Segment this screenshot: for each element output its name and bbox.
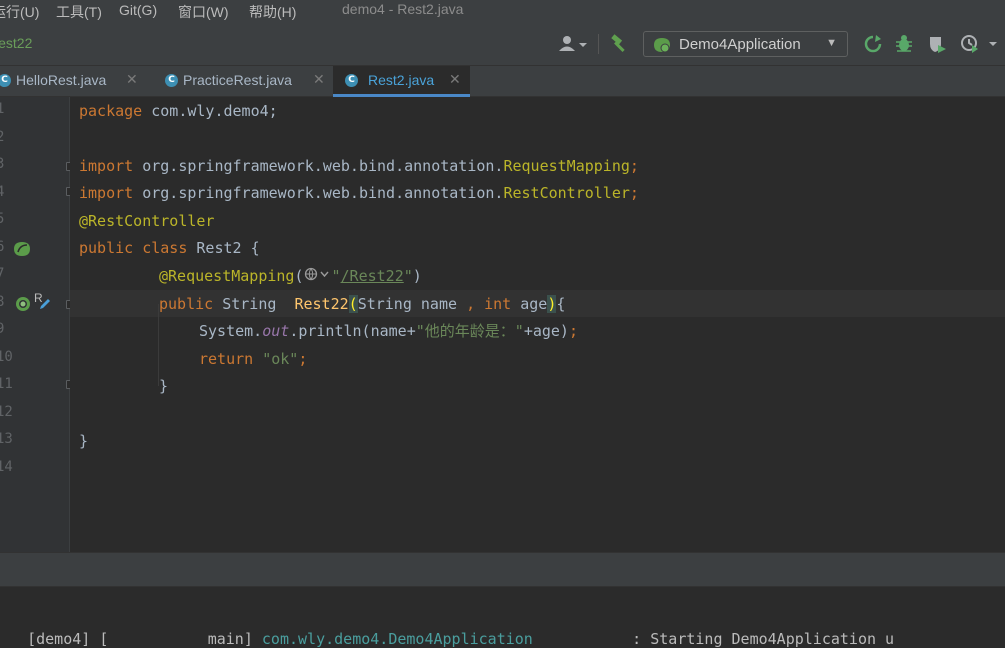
line-number: 7: [0, 266, 5, 282]
run-console: [demo4] [ main] com.wly.demo4.Demo4Appli…: [0, 586, 1005, 648]
tab-label: Rest2.java: [368, 72, 435, 88]
java-class-icon: C: [0, 74, 11, 87]
code-line-1: package com.wly.demo4;: [79, 102, 278, 120]
debug-bug-icon[interactable]: [893, 33, 915, 55]
code-editor[interactable]: package com.wly.demo4; import org.spring…: [70, 97, 1005, 552]
line-number: 10: [0, 349, 13, 365]
line-number: 5: [0, 211, 5, 227]
menu-help[interactable]: 帮助(H): [249, 2, 296, 22]
code-line-3: import org.springframework.web.bind.anno…: [79, 157, 639, 175]
code-line-6: public class Rest2 {: [79, 239, 260, 257]
code-line-7: @RequestMapping("/Rest22"): [159, 263, 422, 290]
tab-practicerest[interactable]: C PracticeRest.java ✕: [165, 66, 330, 96]
code-line-4: import org.springframework.web.bind.anno…: [79, 184, 639, 202]
code-line-13: }: [79, 432, 89, 450]
tab-rest2[interactable]: C Rest2.java ✕: [333, 66, 470, 97]
build-hammer-icon[interactable]: [608, 33, 630, 55]
run-configuration-dropdown[interactable]: Demo4Application ▼: [643, 31, 848, 57]
code-line-10: return "ok";: [199, 350, 308, 368]
menu-run[interactable]: 运行(U): [0, 2, 39, 22]
code-line-9: System.out.println(name+"他的年龄是："+age);: [199, 322, 578, 340]
line-number: 8: [0, 294, 5, 310]
coverage-shield-icon[interactable]: [926, 33, 948, 55]
editor-gutter: 1 2 3 4 5 6 7 8 9 10 11 12 13 14 R: [0, 97, 74, 552]
close-icon[interactable]: ✕: [313, 71, 325, 88]
profile-clock-icon[interactable]: [958, 33, 1002, 55]
console-log-line: [demo4] [ main] com.wly.demo4.Demo4Appli…: [0, 630, 895, 648]
java-class-icon: C: [345, 74, 358, 87]
close-icon[interactable]: ✕: [449, 71, 461, 88]
window-title: demo4 - Rest2.java: [342, 1, 464, 17]
request-path-link[interactable]: /Rest22: [341, 267, 404, 285]
menu-git[interactable]: Git(G): [119, 2, 157, 18]
editor-tab-bar: C HelloRest.java ✕ C PracticeRest.java ✕…: [0, 66, 1005, 97]
line-number: 1: [0, 101, 5, 117]
menu-tools[interactable]: 工具(T): [56, 2, 102, 22]
run-config-label: Demo4Application: [679, 36, 801, 53]
toolbar-separator: [598, 34, 599, 54]
code-line-5: @RestController: [79, 212, 215, 230]
line-number: 2: [0, 129, 5, 145]
chevron-down-icon: ▼: [826, 37, 837, 49]
line-number: 12: [0, 404, 13, 420]
line-number: 14: [0, 459, 13, 475]
line-number: 6: [0, 239, 5, 255]
line-number: 9: [0, 321, 5, 337]
code-line-8: public String Rest22(String name , int a…: [159, 295, 566, 313]
tab-label: HelloRest.java: [16, 72, 107, 88]
request-mapping-icon[interactable]: [14, 295, 32, 318]
globe-dropdown-icon[interactable]: [304, 263, 332, 290]
menu-bar: 运行(U) 工具(T) Git(G) 窗口(W) 帮助(H) demo4 - R…: [0, 0, 1005, 24]
rerun-icon[interactable]: [862, 33, 884, 55]
tool-window-strip: [0, 552, 1005, 587]
spring-app-icon: [652, 36, 672, 59]
breadcrumb[interactable]: Rest22: [0, 35, 32, 51]
tab-hellorest[interactable]: C HelloRest.java ✕: [0, 66, 140, 96]
user-icon[interactable]: [556, 33, 590, 55]
code-line-11: }: [159, 377, 169, 395]
line-number: 3: [0, 156, 5, 172]
navigation-toolbar: Rest22 Demo4Application ▼: [0, 24, 1005, 66]
line-number: 13: [0, 431, 13, 447]
line-number: 4: [0, 184, 5, 200]
line-number: 11: [0, 376, 13, 392]
spring-bean-icon[interactable]: [12, 240, 32, 263]
menu-window[interactable]: 窗口(W): [178, 2, 229, 22]
tab-label: PracticeRest.java: [183, 72, 292, 88]
java-class-icon: C: [165, 74, 178, 87]
pencil-icon[interactable]: [38, 297, 52, 316]
close-icon[interactable]: ✕: [126, 71, 138, 88]
